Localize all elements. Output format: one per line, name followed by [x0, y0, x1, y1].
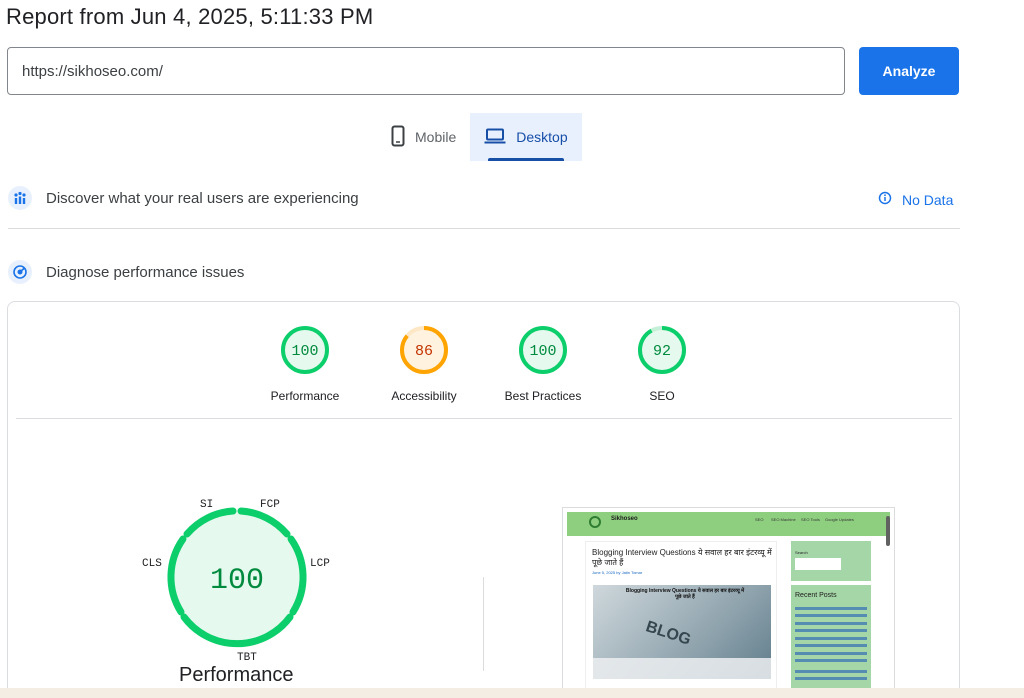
score-gauge-performance[interactable]: 100 Performance	[250, 324, 360, 403]
site-recent-link	[795, 622, 867, 625]
report-title: Report from Jun 4, 2025, 5:11:33 PM	[6, 4, 374, 29]
site-scrollbar	[886, 516, 890, 546]
site-post-title: Blogging Interview Questions ये सवाल हर …	[592, 548, 772, 567]
site-recent-link	[795, 677, 867, 680]
site-recent-link	[795, 607, 867, 610]
site-nav-item: Google Updates	[825, 517, 854, 522]
site-nav-item: SEO	[755, 517, 764, 522]
score-value: 100	[291, 343, 318, 360]
score-label: Performance	[270, 389, 340, 403]
metric-label-tbt: TBT	[237, 652, 257, 664]
score-gauge-best-practices[interactable]: 100 Best Practices	[488, 324, 598, 403]
score-gauge-accessibility[interactable]: 86 Accessibility	[369, 324, 479, 403]
card-divider	[16, 418, 952, 419]
score-label: Accessibility	[391, 389, 457, 403]
site-search-label: Search	[795, 550, 808, 555]
site-recent-link	[795, 652, 867, 655]
tab-mobile[interactable]: Mobile	[377, 113, 470, 161]
field-data-heading: Discover what your real users are experi…	[46, 189, 359, 207]
tab-desktop-label: Desktop	[516, 129, 568, 145]
phone-icon	[391, 125, 405, 150]
lab-data-heading: Diagnose performance issues	[46, 263, 245, 281]
site-recent-heading: Recent Posts	[795, 592, 837, 599]
site-recent-link	[795, 629, 867, 632]
metric-label-cls: CLS	[142, 558, 162, 570]
metric-label-lcp: LCP	[310, 558, 330, 570]
lab-data-section: Diagnose performance issues	[8, 260, 244, 284]
site-logo-icon	[589, 516, 601, 528]
tab-mobile-label: Mobile	[415, 129, 457, 145]
taskbar	[0, 688, 1024, 698]
url-input[interactable]	[7, 47, 845, 95]
section-divider	[8, 228, 960, 229]
site-recent-link	[795, 614, 867, 617]
site-recent-widget	[791, 585, 871, 696]
score-value: 86	[415, 343, 433, 360]
vertical-divider	[483, 577, 484, 671]
site-recent-link	[795, 659, 867, 662]
score-value: 92	[653, 343, 671, 360]
site-recent-link	[795, 637, 867, 640]
field-data-section: Discover what your real users are experi…	[8, 186, 359, 210]
score-label: Best Practices	[504, 389, 582, 403]
site-nav-item: SEO Tools	[801, 517, 820, 522]
info-icon	[878, 191, 892, 208]
score-gauge-seo[interactable]: 92 SEO	[607, 324, 717, 403]
score-ring: 92	[638, 326, 686, 374]
performance-score: 100	[210, 564, 264, 598]
score-value: 100	[529, 343, 556, 360]
analyze-button[interactable]: Analyze	[859, 47, 959, 95]
site-name: Sikhoseo	[611, 516, 638, 522]
device-tabs: Mobile Desktop	[377, 113, 582, 161]
users-chart-icon	[8, 186, 32, 210]
score-label: SEO	[649, 389, 675, 403]
site-nav-item: SEO Machine	[771, 517, 796, 522]
metric-label-si: SI	[200, 499, 214, 511]
gauge-icon	[8, 260, 32, 284]
site-laptop-graphic	[593, 658, 771, 679]
final-screenshot: Sikhoseo SEO SEO Machine SEO Tools Googl…	[562, 507, 895, 697]
site-recent-link	[795, 644, 867, 647]
laptop-icon	[484, 128, 506, 147]
metric-label-fcp: FCP	[260, 499, 280, 511]
tab-desktop[interactable]: Desktop	[470, 113, 582, 161]
site-search-input	[795, 558, 841, 570]
site-image-caption: Blogging Interview Questions ये सवाल हर …	[625, 588, 745, 600]
performance-gauge-label: Performance	[179, 664, 294, 686]
site-recent-link	[795, 670, 867, 673]
score-ring: 100	[281, 326, 329, 374]
no-data-label: No Data	[902, 191, 954, 208]
score-ring: 86	[400, 326, 448, 374]
no-data-status[interactable]: No Data	[878, 191, 953, 208]
site-post-meta: June 5, 2025 by Jatin Tomar	[592, 570, 643, 575]
score-ring: 100	[519, 326, 567, 374]
